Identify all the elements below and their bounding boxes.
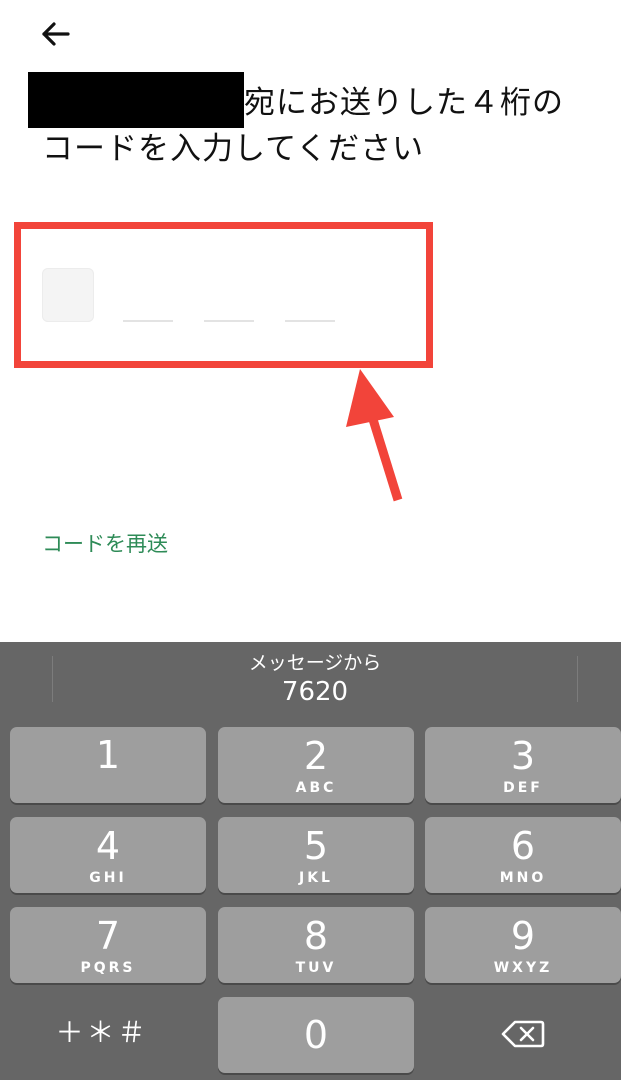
code-digit-2[interactable]: [123, 320, 173, 322]
key-digit: 5: [303, 824, 329, 868]
code-digit-1[interactable]: [42, 268, 94, 322]
code-digit-3[interactable]: [204, 320, 254, 322]
code-digit-4[interactable]: [285, 320, 335, 322]
key-1[interactable]: 1: [10, 727, 206, 803]
key-digit: 9: [510, 914, 536, 958]
suggestion-label: メッセージから: [248, 652, 382, 674]
key-letters: WXYZ: [493, 960, 553, 976]
key-3[interactable]: 3 DEF: [425, 727, 621, 803]
key-9[interactable]: 9 WXYZ: [425, 907, 621, 983]
key-4[interactable]: 4 GHI: [10, 817, 206, 893]
key-symbols[interactable]: ＋＊＃: [4, 995, 200, 1071]
key-0[interactable]: 0: [218, 997, 414, 1073]
key-letters: GHI: [89, 870, 127, 886]
redacted-phone-number: [28, 72, 244, 128]
key-digit: 8: [303, 914, 329, 958]
arrow-left-icon: [42, 22, 70, 46]
key-letters: DEF: [503, 780, 543, 796]
title-line-2: コードを入力してください: [42, 131, 425, 167]
suggestion-code: 7620: [281, 677, 349, 707]
divider: [52, 656, 53, 702]
key-digit: 7: [95, 914, 121, 958]
divider: [577, 656, 578, 702]
key-digit: 6: [510, 824, 536, 868]
keyboard-suggestion-bar: メッセージから 7620: [0, 642, 621, 714]
resend-code-link[interactable]: コードを再送: [42, 528, 168, 558]
key-2[interactable]: 2 ABC: [218, 727, 414, 803]
autofill-code-suggestion[interactable]: メッセージから 7620: [160, 650, 470, 708]
key-digit: 1: [95, 733, 121, 777]
key-letters: TUV: [295, 960, 337, 976]
key-digit: 2: [303, 734, 329, 778]
key-6[interactable]: 6 MNO: [425, 817, 621, 893]
key-8[interactable]: 8 TUV: [218, 907, 414, 983]
key-digit: 4: [95, 824, 121, 868]
numeric-keyboard: メッセージから 7620 1 2 ABC 3 DEF 4 GHI 5 JKL 6…: [0, 642, 621, 1080]
key-5[interactable]: 5 JKL: [218, 817, 414, 893]
key-digit: 3: [510, 734, 536, 778]
back-button[interactable]: [38, 16, 74, 52]
key-letters: ABC: [295, 780, 337, 796]
annotation-arrow-icon: [346, 369, 403, 502]
key-letters: MNO: [499, 870, 547, 886]
backspace-icon: [501, 1020, 545, 1048]
key-7[interactable]: 7 PQRS: [10, 907, 206, 983]
key-digit: 0: [303, 1013, 329, 1057]
delete-key[interactable]: [425, 995, 621, 1071]
key-letters: PQRS: [80, 960, 136, 976]
key-letters: JKL: [299, 870, 333, 886]
